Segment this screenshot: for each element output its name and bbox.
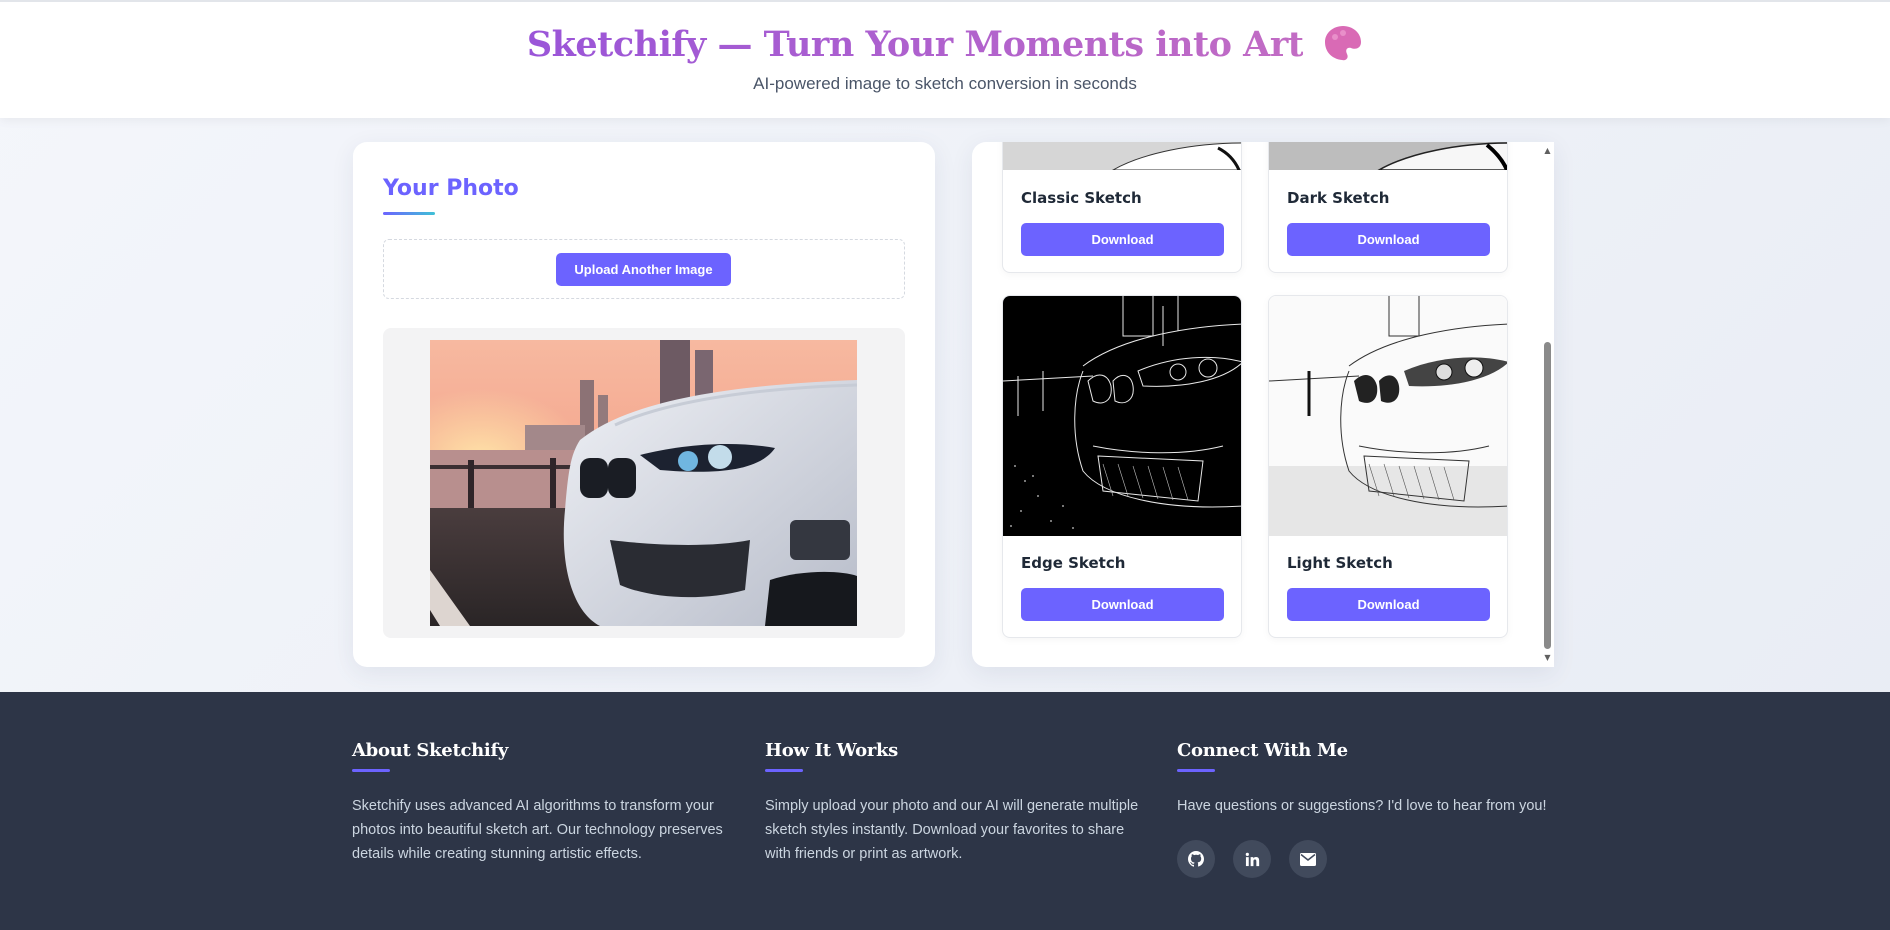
scroll-thumb[interactable] (1544, 342, 1551, 649)
upload-another-image-button[interactable]: Upload Another Image (556, 253, 731, 286)
classic-sketch-image (1003, 142, 1241, 170)
palette-icon (1323, 23, 1363, 63)
linkedin-icon[interactable] (1233, 840, 1271, 878)
footer-about: About Sketchify Sketchify uses advanced … (352, 740, 732, 866)
footer-how-heading: How It Works (765, 740, 899, 761)
sketch-card-dark: Dark Sketch Download (1268, 142, 1508, 273)
site-subtitle: AI-powered image to sketch conversion in… (753, 74, 1137, 93)
scroll-down-arrow-icon[interactable]: ▼ (1543, 653, 1552, 662)
light-sketch-image (1269, 296, 1507, 536)
scroll-up-arrow-icon[interactable]: ▲ (1543, 146, 1552, 155)
footer-connect: Connect With Me Have questions or sugges… (1177, 740, 1597, 878)
footer-underline (1177, 769, 1215, 772)
footer-connect-heading: Connect With Me (1177, 740, 1348, 761)
site-header: Sketchify — Turn Your Moments into Art A… (0, 0, 1890, 118)
sketch-label: Light Sketch (1287, 554, 1393, 572)
social-links (1177, 840, 1597, 878)
your-photo-card: Your Photo Upload Another Image (353, 142, 935, 667)
footer-about-heading: About Sketchify (352, 740, 509, 761)
edge-sketch-image (1003, 296, 1241, 536)
title-underline (383, 212, 435, 215)
results-scrollbar[interactable]: ▲ ▼ (1541, 142, 1554, 667)
upload-dropzone[interactable]: Upload Another Image (383, 239, 905, 299)
download-light-button[interactable]: Download (1287, 588, 1490, 621)
sketch-card-light: Light Sketch Download (1268, 295, 1508, 638)
footer-underline (352, 769, 390, 772)
sketch-results-panel[interactable]: Classic Sketch Download Dark Sketch Down… (972, 142, 1554, 667)
github-icon[interactable] (1177, 840, 1215, 878)
site-title: Sketchify — Turn Your Moments into Art (0, 24, 1890, 67)
sketch-card-edge: Edge Sketch Download (1002, 295, 1242, 638)
your-photo-title: Your Photo (383, 176, 519, 201)
site-title-text: Sketchify — Turn Your Moments into Art (526, 24, 1304, 65)
preview-area (383, 328, 905, 638)
sketch-card-classic: Classic Sketch Download (1002, 142, 1242, 273)
site-footer: About Sketchify Sketchify uses advanced … (0, 692, 1890, 930)
download-edge-button[interactable]: Download (1021, 588, 1224, 621)
sketch-label: Dark Sketch (1287, 189, 1390, 207)
sketch-label: Edge Sketch (1021, 554, 1126, 572)
download-dark-button[interactable]: Download (1287, 223, 1490, 256)
dark-sketch-image (1269, 142, 1507, 170)
footer-how: How It Works Simply upload your photo an… (765, 740, 1145, 866)
footer-how-text: Simply upload your photo and our AI will… (765, 798, 1139, 862)
footer-about-text: Sketchify uses advanced AI algorithms to… (352, 798, 723, 862)
sketch-label: Classic Sketch (1021, 189, 1142, 207)
email-icon[interactable] (1289, 840, 1327, 878)
uploaded-photo (430, 340, 857, 626)
download-classic-button[interactable]: Download (1021, 223, 1224, 256)
footer-connect-text: Have questions or suggestions? I'd love … (1177, 798, 1547, 814)
footer-underline (765, 769, 803, 772)
